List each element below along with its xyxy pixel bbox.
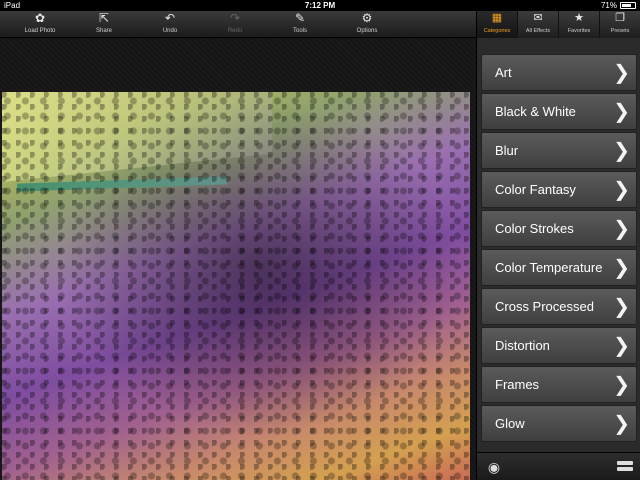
tools-icon: ✎ xyxy=(294,11,306,25)
category-item-color-strokes[interactable]: Color Strokes ❯ xyxy=(481,210,637,247)
category-label: Color Strokes xyxy=(495,221,574,236)
chevron-right-icon: ❯ xyxy=(613,138,630,162)
star-icon: ★ xyxy=(574,12,584,24)
panel-tabs: ▦ Categories ✉ All Effects ★ Favorites ❐… xyxy=(477,11,640,38)
chevron-right-icon: ❯ xyxy=(613,99,630,123)
photo-preview[interactable] xyxy=(2,92,470,480)
category-item-color-fantasy[interactable]: Color Fantasy ❯ xyxy=(481,171,637,208)
chevron-right-icon: ❯ xyxy=(613,216,630,240)
category-item-black-white[interactable]: Black & White ❯ xyxy=(481,93,637,130)
options-button[interactable]: ⚙ Options xyxy=(337,11,397,38)
compare-toggle-icon[interactable] xyxy=(617,461,633,472)
photo-texture xyxy=(2,92,470,480)
category-item-art[interactable]: Art ❯ xyxy=(481,54,637,91)
category-item-frames[interactable]: Frames ❯ xyxy=(481,366,637,403)
eye-icon[interactable]: ◉ xyxy=(485,458,503,476)
gears-icon: ⚙ xyxy=(361,11,373,25)
share-icon: ⇱ xyxy=(98,11,110,25)
category-item-color-temperature[interactable]: Color Temperature ❯ xyxy=(481,249,637,286)
tab-categories[interactable]: ▦ Categories xyxy=(477,11,518,38)
tab-all-effects[interactable]: ✉ All Effects xyxy=(518,11,559,38)
status-bar: iPad 7:12 PM 71% xyxy=(0,0,640,11)
photo-canvas[interactable] xyxy=(0,39,476,480)
folder-icon: ❐ xyxy=(615,12,625,24)
category-label: Cross Processed xyxy=(495,299,594,314)
inbox-icon: ✉ xyxy=(533,12,543,24)
redo-label: Redo xyxy=(227,28,243,34)
chevron-right-icon: ❯ xyxy=(613,60,630,84)
chevron-right-icon: ❯ xyxy=(613,411,630,435)
tab-presets[interactable]: ❐ Presets xyxy=(600,11,640,38)
tools-label: Tools xyxy=(292,28,307,34)
category-label: Black & White xyxy=(495,104,576,119)
effects-panel: ▦ Categories ✉ All Effects ★ Favorites ❐… xyxy=(476,11,640,480)
load-photo-label: Load Photo xyxy=(24,28,56,34)
options-label: Options xyxy=(356,28,378,34)
category-list: Art ❯ Black & White ❯ Blur ❯ Color Fanta… xyxy=(481,54,637,444)
app-window: iPad 7:12 PM 71% ✿ Load Photo ⇱ Share ↶ … xyxy=(0,0,640,480)
category-label: Art xyxy=(495,65,512,80)
chevron-right-icon: ❯ xyxy=(613,372,630,396)
battery-icon xyxy=(620,2,636,9)
redo-button[interactable]: ↷ Redo xyxy=(205,11,265,38)
tab-favorites[interactable]: ★ Favorites xyxy=(559,11,600,38)
share-button[interactable]: ⇱ Share xyxy=(74,11,134,38)
chevron-right-icon: ❯ xyxy=(613,255,630,279)
battery-indicator: 71% xyxy=(601,0,636,11)
share-label: Share xyxy=(95,28,112,34)
category-item-distortion[interactable]: Distortion ❯ xyxy=(481,327,637,364)
panel-footer: ◉ xyxy=(477,452,640,480)
category-item-cross-processed[interactable]: Cross Processed ❯ xyxy=(481,288,637,325)
chevron-right-icon: ❯ xyxy=(613,294,630,318)
undo-icon: ↶ xyxy=(164,11,176,25)
category-item-glow[interactable]: Glow ❯ xyxy=(481,405,637,442)
load-photo-icon: ✿ xyxy=(34,11,46,25)
undo-label: Undo xyxy=(162,28,178,34)
tab-categories-label: Categories xyxy=(483,28,511,34)
category-label: Color Fantasy xyxy=(495,182,576,197)
category-label: Color Temperature xyxy=(495,260,603,275)
tab-presets-label: Presets xyxy=(610,28,630,34)
status-time: 7:12 PM xyxy=(304,1,336,10)
category-item-blur[interactable]: Blur ❯ xyxy=(481,132,637,169)
load-photo-button[interactable]: ✿ Load Photo xyxy=(10,11,70,38)
category-label: Frames xyxy=(495,377,540,392)
category-label: Blur xyxy=(495,143,519,158)
battery-percent: 71% xyxy=(600,1,617,10)
top-toolbar: ✿ Load Photo ⇱ Share ↶ Undo ↷ Redo ✎ Too… xyxy=(0,11,476,38)
chevron-right-icon: ❯ xyxy=(613,333,630,357)
tools-button[interactable]: ✎ Tools xyxy=(270,11,330,38)
undo-button[interactable]: ↶ Undo xyxy=(140,11,200,38)
category-label: Distortion xyxy=(495,338,550,353)
redo-icon: ↷ xyxy=(229,11,241,25)
categories-icon: ▦ xyxy=(491,12,503,24)
tab-all-effects-label: All Effects xyxy=(525,28,551,34)
tab-favorites-label: Favorites xyxy=(567,28,591,34)
category-label: Glow xyxy=(495,416,525,431)
chevron-right-icon: ❯ xyxy=(613,177,630,201)
